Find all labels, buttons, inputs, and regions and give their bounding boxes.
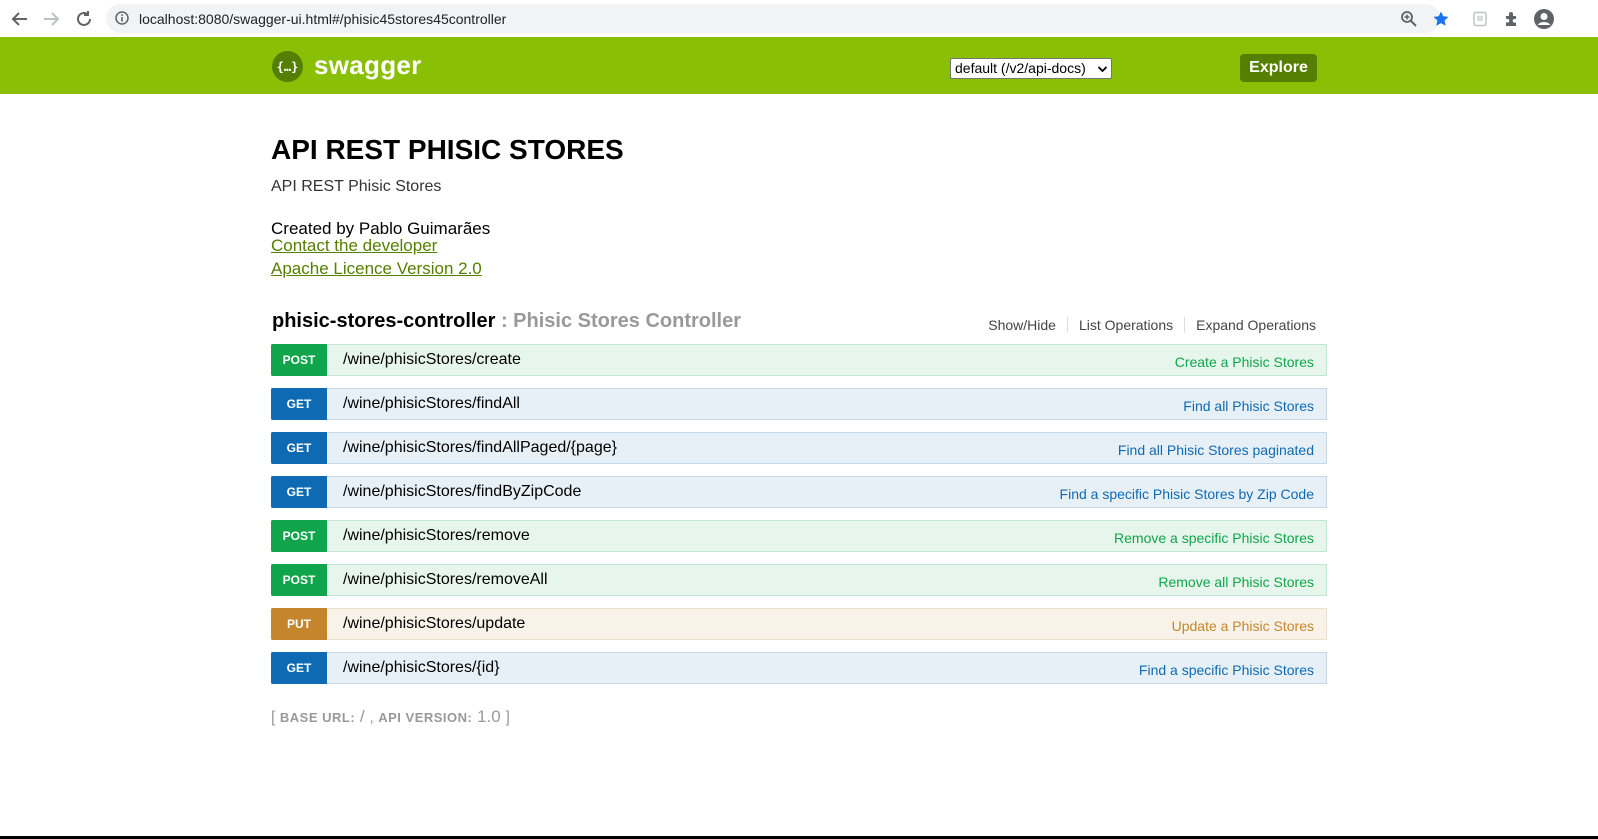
reload-icon[interactable] <box>73 8 95 30</box>
close-bracket: ] <box>505 709 510 726</box>
bookmark-star-icon[interactable] <box>1430 8 1452 30</box>
operation-row[interactable]: PUT /wine/phisicStores/update Update a P… <box>271 608 1327 640</box>
browser-toolbar: localhost:8080/swagger-ui.html#/phisic45… <box>0 0 1598 38</box>
method-badge[interactable]: POST <box>271 520 327 552</box>
chevron-down-icon <box>1097 60 1108 78</box>
operation-row[interactable]: GET /wine/phisicStores/{id} Find a speci… <box>271 652 1327 684</box>
address-bar[interactable]: localhost:8080/swagger-ui.html#/phisic45… <box>106 4 1440 33</box>
contact-developer-link[interactable]: Contact the developer <box>271 236 437 256</box>
api-description: API REST Phisic Stores <box>271 178 442 195</box>
operation-path[interactable]: /wine/phisicStores/findAll <box>343 395 520 413</box>
license-link[interactable]: Apache Licence Version 2.0 <box>271 259 482 279</box>
open-bracket: [ <box>271 709 280 726</box>
operation-path[interactable]: /wine/phisicStores/remove <box>343 527 530 545</box>
operation-path[interactable]: /wine/phisicStores/findByZipCode <box>343 483 581 501</box>
resource-actions: Show/Hide List Operations Expand Operati… <box>977 317 1316 333</box>
method-badge[interactable]: GET <box>271 652 327 684</box>
operation-row[interactable]: POST /wine/phisicStores/remove Remove a … <box>271 520 1327 552</box>
operation-row[interactable]: GET /wine/phisicStores/findAllPaged/{pag… <box>271 432 1327 464</box>
operation-row[interactable]: POST /wine/phisicStores/create Create a … <box>271 344 1327 376</box>
operation-row[interactable]: GET /wine/phisicStores/findByZipCode Fin… <box>271 476 1327 508</box>
operation-path[interactable]: /wine/phisicStores/findAllPaged/{page} <box>343 439 617 457</box>
api-version-value: 1.0 <box>472 707 506 726</box>
footer-separator: , <box>369 709 379 726</box>
resource-heading[interactable]: phisic-stores-controller : Phisic Stores… <box>272 310 741 333</box>
operation-summary[interactable]: Remove a specific Phisic Stores <box>1114 530 1314 546</box>
operation-summary[interactable]: Create a Phisic Stores <box>1175 354 1314 370</box>
url-text: localhost:8080/swagger-ui.html#/phisic45… <box>139 11 507 27</box>
operation-summary[interactable]: Update a Phisic Stores <box>1172 618 1314 634</box>
method-badge[interactable]: POST <box>271 344 327 376</box>
operation-summary[interactable]: Find a specific Phisic Stores by Zip Cod… <box>1060 486 1314 502</box>
operations-list: POST /wine/phisicStores/create Create a … <box>271 344 1327 696</box>
resource-name[interactable]: phisic-stores-controller <box>272 310 495 332</box>
method-badge[interactable]: GET <box>271 388 327 420</box>
method-badge[interactable]: PUT <box>271 608 327 640</box>
operation-path[interactable]: /wine/phisicStores/{id} <box>343 659 500 677</box>
operation-summary[interactable]: Remove all Phisic Stores <box>1158 574 1314 590</box>
profile-avatar-icon[interactable] <box>1533 8 1555 30</box>
method-badge[interactable]: GET <box>271 476 327 508</box>
back-icon[interactable] <box>9 8 31 30</box>
api-version-label: API VERSION: <box>378 710 473 725</box>
swagger-logo-icon: {…} <box>272 51 303 82</box>
resource-description: Phisic Stores Controller <box>513 310 742 332</box>
swagger-header: {…} swagger default (/v2/api-docs) Explo… <box>0 37 1598 94</box>
method-badge[interactable]: POST <box>271 564 327 596</box>
resource-separator: : <box>495 310 514 332</box>
operation-path[interactable]: /wine/phisicStores/update <box>343 615 525 633</box>
base-url-footer: [ BASE URL: / , API VERSION: 1.0 ] <box>271 707 510 727</box>
api-title: API REST PHISIC STORES <box>271 134 624 165</box>
expand-operations-link[interactable]: Expand Operations <box>1184 317 1316 333</box>
base-url-value: / <box>355 707 370 726</box>
operation-row[interactable]: POST /wine/phisicStores/removeAll Remove… <box>271 564 1327 596</box>
operation-summary[interactable]: Find a specific Phisic Stores <box>1139 662 1314 678</box>
api-spec-select-value: default (/v2/api-docs) <box>955 60 1086 76</box>
swagger-logo-text[interactable]: swagger <box>314 50 422 81</box>
extension-page-icon[interactable] <box>1469 8 1491 30</box>
operation-summary[interactable]: Find all Phisic Stores <box>1183 398 1314 414</box>
operation-path[interactable]: /wine/phisicStores/create <box>343 351 521 369</box>
site-info-icon[interactable] <box>115 11 129 25</box>
show-hide-link[interactable]: Show/Hide <box>977 317 1067 333</box>
extensions-puzzle-icon[interactable] <box>1501 8 1523 30</box>
operation-summary[interactable]: Find all Phisic Stores paginated <box>1118 442 1314 458</box>
method-badge[interactable]: GET <box>271 432 327 464</box>
list-operations-link[interactable]: List Operations <box>1066 317 1184 333</box>
explore-button[interactable]: Explore <box>1240 54 1317 82</box>
base-url-label: BASE URL: <box>279 710 356 725</box>
operation-path[interactable]: /wine/phisicStores/removeAll <box>343 571 548 589</box>
operation-row[interactable]: GET /wine/phisicStores/findAll Find all … <box>271 388 1327 420</box>
api-spec-select[interactable]: default (/v2/api-docs) <box>950 58 1112 79</box>
forward-icon[interactable] <box>40 8 62 30</box>
zoom-icon[interactable] <box>1398 8 1420 30</box>
